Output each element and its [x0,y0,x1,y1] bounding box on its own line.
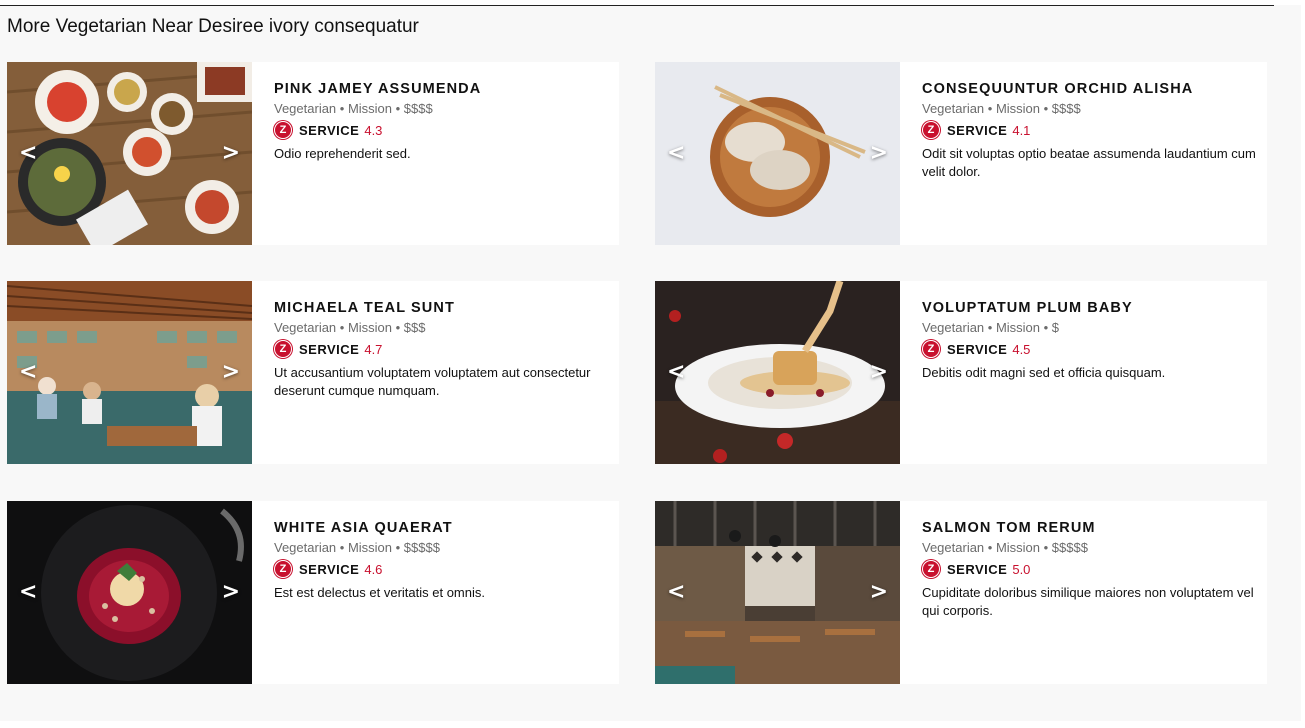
carousel-next-button[interactable]: > [870,359,888,384]
restaurant-name[interactable]: SALMON TOM RERUM [922,520,1267,536]
restaurant-card[interactable]: < > VOLUPTATUM PLUM BABY Vegetarian • Mi… [655,281,1267,464]
service-rating: Z SERVICE 4.7 [274,340,619,358]
carousel-prev-button[interactable]: < [667,359,685,384]
service-score: 4.5 [1012,341,1031,357]
restaurant-name[interactable]: VOLUPTATUM PLUM BABY [922,300,1267,316]
service-score: 4.7 [364,341,383,357]
restaurant-name[interactable]: MICHAELA TEAL SUNT [274,300,619,316]
restaurant-description: Est est delectus et veritatis et omnis. [274,585,485,600]
restaurant-description: Ut accusantium voluptatem voluptatem aut… [274,365,591,398]
restaurant-photo-berry-dessert: < > [7,501,252,684]
restaurant-description: Odit sit voluptas optio beatae assumenda… [922,146,1256,179]
restaurant-meta: Vegetarian • Mission • $ [922,320,1060,335]
restaurant-card[interactable]: < > WHITE ASIA QUAERAT Vegetarian • Miss… [7,501,619,684]
restaurant-meta: Vegetarian • Mission • $$$$ [922,101,1081,116]
service-label: SERVICE [947,561,1008,577]
restaurant-description: Cupiditate doloribus similique maiores n… [922,585,1254,618]
zagat-logo-icon: Z [274,121,292,139]
restaurant-meta: Vegetarian • Mission • $$$$$ [274,540,440,555]
service-rating: Z SERVICE 5.0 [922,560,1267,578]
section-title: More Vegetarian Near Desiree ivory conse… [7,16,419,37]
restaurant-card[interactable]: < > CONSEQUUNTUR ORCHID ALISHA Vegetaria… [655,62,1267,245]
carousel-prev-button[interactable]: < [19,140,37,165]
restaurant-card[interactable]: < > PINK JAMEY ASSUMENDA Vegetarian • Mi… [7,62,619,245]
restaurant-name[interactable]: PINK JAMEY ASSUMENDA [274,81,619,97]
service-score: 4.3 [364,122,383,138]
restaurant-info: WHITE ASIA QUAERAT Vegetarian • Mission … [252,501,619,684]
zagat-logo-icon: Z [922,121,940,139]
restaurant-description: Odio reprehenderit sed. [274,146,411,161]
service-score: 4.6 [364,561,383,577]
restaurant-info: VOLUPTATUM PLUM BABY Vegetarian • Missio… [900,281,1267,464]
zagat-logo-icon: Z [274,340,292,358]
restaurant-info: PINK JAMEY ASSUMENDA Vegetarian • Missio… [252,62,619,245]
service-rating: Z SERVICE 4.1 [922,121,1267,139]
restaurant-photo-dessert-pour: < > [655,281,900,464]
restaurant-info: SALMON TOM RERUM Vegetarian • Mission • … [900,501,1267,684]
restaurant-photo-interior-diners: < > [7,281,252,464]
service-rating: Z SERVICE 4.3 [274,121,619,139]
restaurant-photo-industrial-interior: < > [655,501,900,684]
restaurant-meta: Vegetarian • Mission • $$$ [274,320,426,335]
zagat-logo-icon: Z [274,560,292,578]
restaurant-card[interactable]: < > SALMON TOM RERUM Vegetarian • Missio… [655,501,1267,684]
service-score: 4.1 [1012,122,1031,138]
carousel-prev-button[interactable]: < [667,140,685,165]
restaurant-name[interactable]: CONSEQUUNTUR ORCHID ALISHA [922,81,1267,97]
carousel-prev-button[interactable]: < [19,359,37,384]
service-rating: Z SERVICE 4.5 [922,340,1267,358]
right-gutter [1274,5,1301,721]
zagat-logo-icon: Z [922,560,940,578]
service-label: SERVICE [299,341,360,357]
service-rating: Z SERVICE 4.6 [274,560,619,578]
restaurant-description: Debitis odit magni sed et officia quisqu… [922,365,1166,380]
service-score: 5.0 [1012,561,1031,577]
restaurant-photo-dumplings: < > [655,62,900,245]
restaurant-info: CONSEQUUNTUR ORCHID ALISHA Vegetarian • … [900,62,1267,245]
zagat-logo-icon: Z [922,340,940,358]
carousel-next-button[interactable]: > [870,140,888,165]
carousel-next-button[interactable]: > [222,579,240,604]
restaurant-card[interactable]: < > MICHAELA TEAL SUNT Vegetarian • Miss… [7,281,619,464]
restaurant-meta: Vegetarian • Mission • $$$$ [274,101,433,116]
service-label: SERVICE [947,341,1008,357]
restaurant-meta: Vegetarian • Mission • $$$$$ [922,540,1088,555]
service-label: SERVICE [299,122,360,138]
service-label: SERVICE [299,561,360,577]
carousel-next-button[interactable]: > [870,579,888,604]
restaurant-name[interactable]: WHITE ASIA QUAERAT [274,520,619,536]
carousel-next-button[interactable]: > [222,140,240,165]
carousel-prev-button[interactable]: < [667,579,685,604]
restaurant-photo-korean-table: < > [7,62,252,245]
restaurant-info: MICHAELA TEAL SUNT Vegetarian • Mission … [252,281,619,464]
service-label: SERVICE [947,122,1008,138]
carousel-next-button[interactable]: > [222,359,240,384]
carousel-prev-button[interactable]: < [19,579,37,604]
